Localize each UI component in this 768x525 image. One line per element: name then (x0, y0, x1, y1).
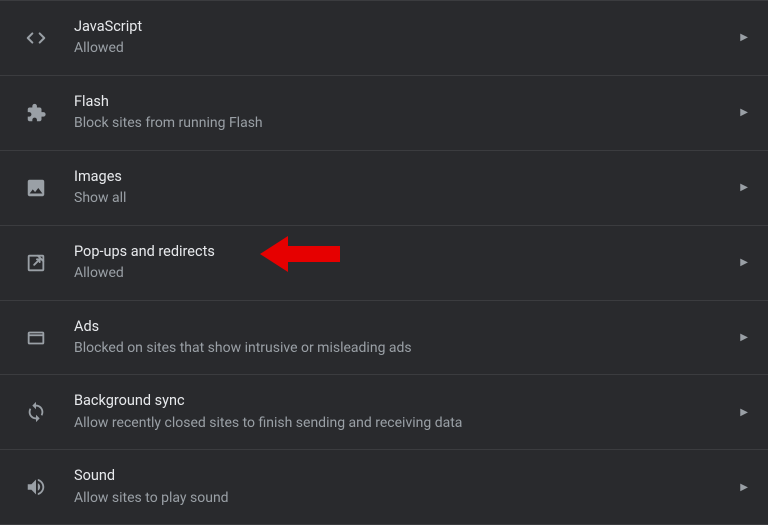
chevron-right-icon: ▶ (740, 332, 748, 343)
setting-text: Flash Block sites from running Flash (74, 92, 728, 134)
setting-row-sound[interactable]: Sound Allow sites to play sound ▶ (0, 450, 768, 525)
setting-row-popups[interactable]: Pop-ups and redirects Allowed ▶ (0, 226, 768, 301)
setting-title: JavaScript (74, 17, 728, 37)
setting-title: Background sync (74, 391, 728, 411)
setting-title: Flash (74, 92, 728, 112)
setting-subtitle: Show all (74, 189, 728, 209)
setting-text: Ads Blocked on sites that show intrusive… (74, 317, 728, 359)
setting-subtitle: Blocked on sites that show intrusive or … (74, 339, 728, 359)
sync-icon (24, 400, 48, 424)
setting-text: Sound Allow sites to play sound (74, 466, 728, 508)
chevron-right-icon: ▶ (740, 182, 748, 193)
setting-subtitle: Block sites from running Flash (74, 114, 728, 134)
setting-title: Ads (74, 317, 728, 337)
code-icon (24, 26, 48, 50)
site-settings-list: JavaScript Allowed ▶ Flash Block sites f… (0, 0, 768, 525)
setting-text: Background sync Allow recently closed si… (74, 391, 728, 433)
setting-row-javascript[interactable]: JavaScript Allowed ▶ (0, 0, 768, 76)
setting-row-ads[interactable]: Ads Blocked on sites that show intrusive… (0, 301, 768, 376)
setting-subtitle: Allowed (74, 264, 728, 284)
setting-title: Images (74, 167, 728, 187)
chevron-right-icon: ▶ (740, 482, 748, 493)
setting-subtitle: Allow recently closed sites to finish se… (74, 414, 728, 434)
setting-text: Images Show all (74, 167, 728, 209)
setting-text: Pop-ups and redirects Allowed (74, 242, 728, 284)
chevron-right-icon: ▶ (740, 407, 748, 418)
window-icon (24, 326, 48, 350)
chevron-right-icon: ▶ (740, 107, 748, 118)
setting-title: Pop-ups and redirects (74, 242, 728, 262)
setting-subtitle: Allow sites to play sound (74, 489, 728, 509)
chevron-right-icon: ▶ (740, 32, 748, 43)
setting-row-images[interactable]: Images Show all ▶ (0, 151, 768, 226)
setting-title: Sound (74, 466, 728, 486)
chevron-right-icon: ▶ (740, 257, 748, 268)
sound-icon (24, 475, 48, 499)
popup-icon (24, 251, 48, 275)
puzzle-icon (24, 101, 48, 125)
setting-row-background-sync[interactable]: Background sync Allow recently closed si… (0, 375, 768, 450)
setting-text: JavaScript Allowed (74, 17, 728, 59)
setting-subtitle: Allowed (74, 39, 728, 59)
image-icon (24, 176, 48, 200)
setting-row-flash[interactable]: Flash Block sites from running Flash ▶ (0, 76, 768, 151)
